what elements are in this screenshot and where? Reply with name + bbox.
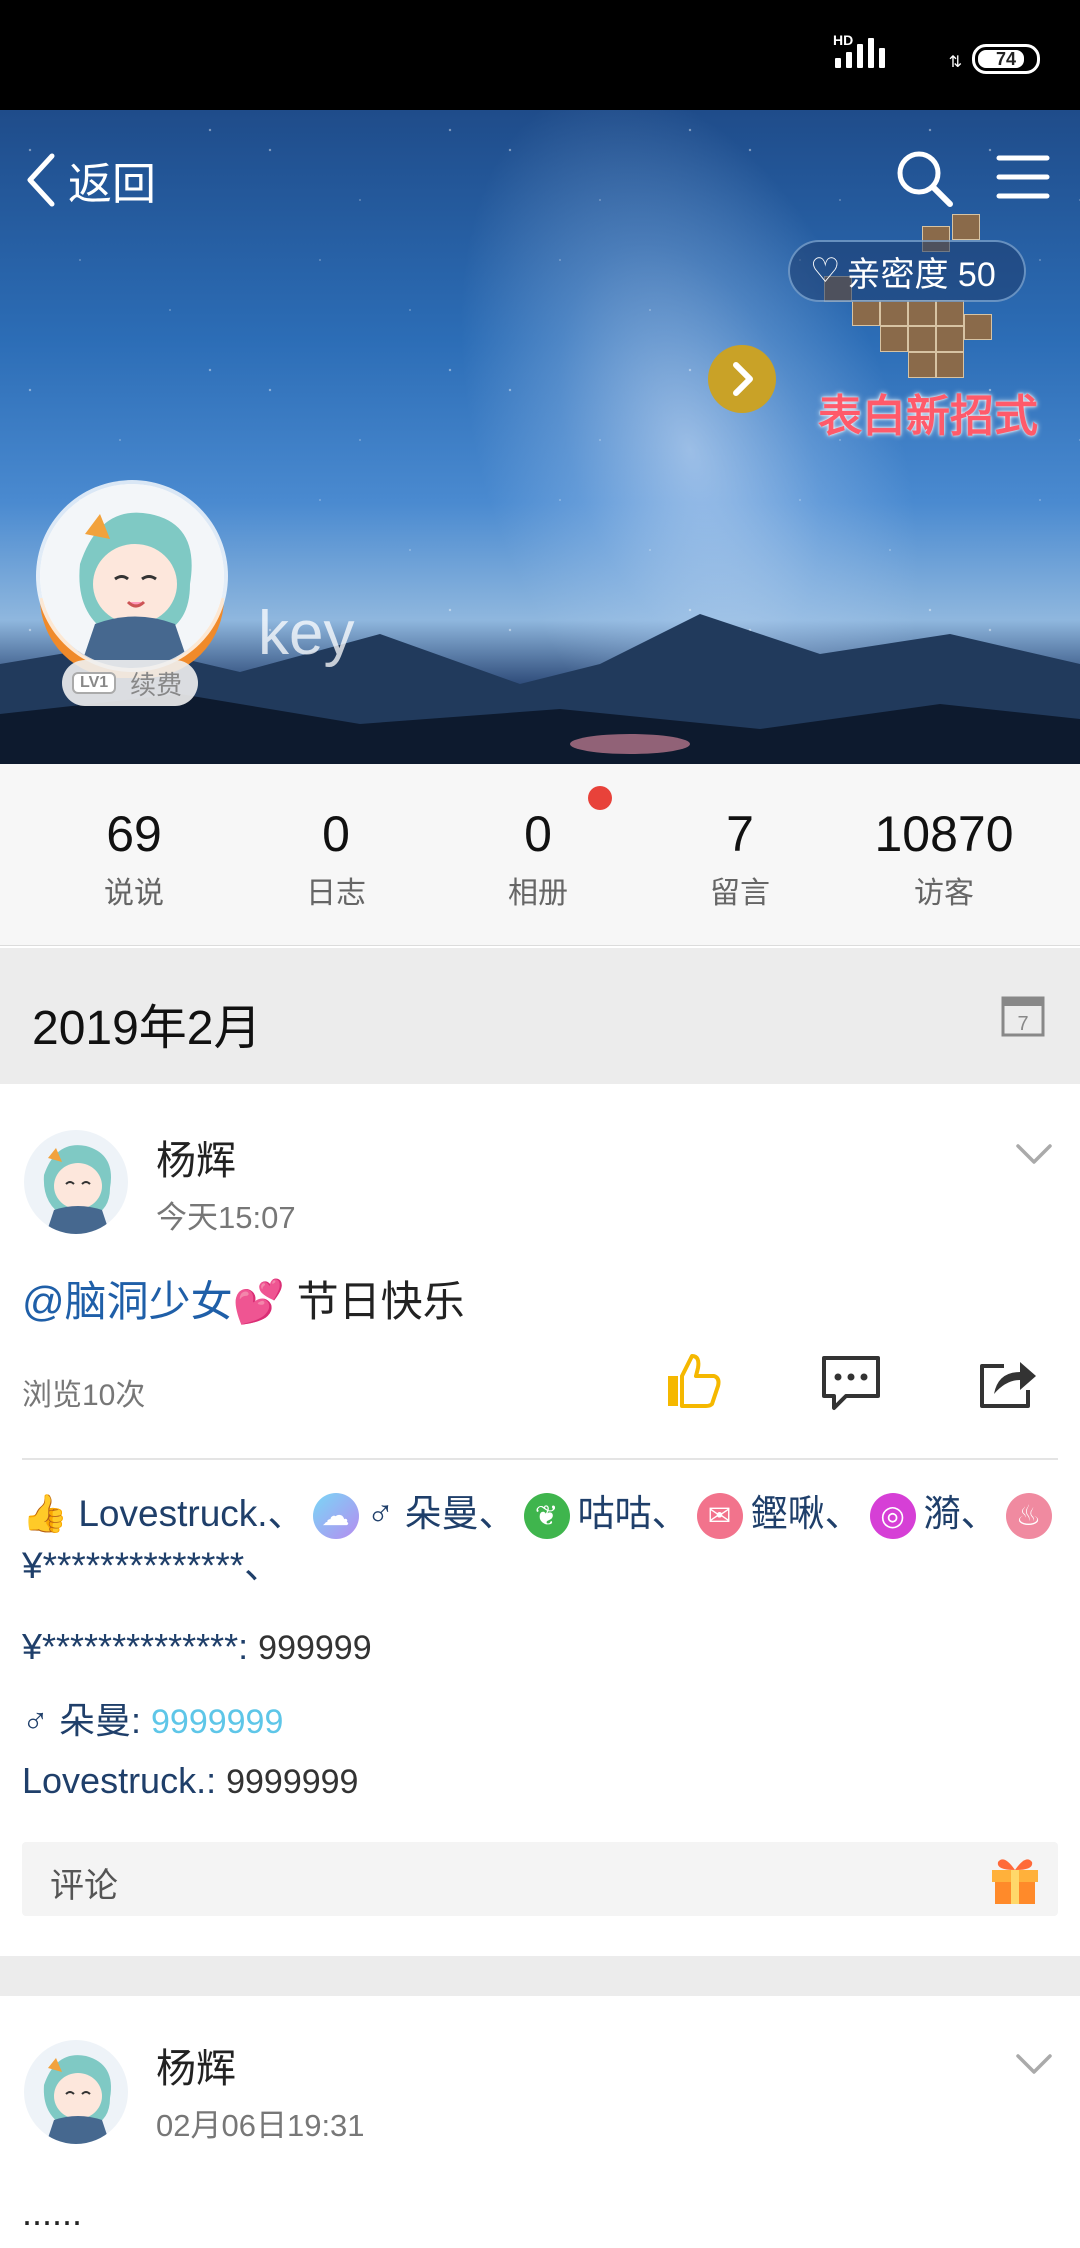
anime-avatar-image (43, 2055, 112, 2144)
cloud-badge-icon: ☁ (312, 1493, 359, 1540)
month-header: 2019年2月 (0, 948, 1080, 1084)
profile-nickname: key (258, 599, 355, 668)
comment-input[interactable]: 评论 (22, 1842, 1058, 1916)
swirl-badge-icon: ◎ (869, 1493, 916, 1540)
back-label: 返回 (68, 160, 156, 209)
calendar-icon[interactable]: 7 (1000, 992, 1046, 1038)
comment-placeholder: 评论 (50, 1867, 118, 1905)
author-name[interactable]: 杨辉 (156, 2036, 236, 2094)
comment-item[interactable]: Lovestruck.: 9999999 (22, 1760, 358, 1802)
stat-value: 7 (726, 806, 754, 862)
promo-text[interactable]: 表白新招式 (818, 380, 1038, 444)
feed-post: 杨辉 今天15:07 @脑洞少女💕 节日快乐 浏览10次 👍 Lovestruc… (0, 1084, 1080, 1956)
author-name[interactable]: 杨辉 (156, 1128, 236, 1186)
liker-name[interactable]: 漪、 (924, 1493, 998, 1534)
stat-label: 访客 (914, 877, 974, 910)
comment-text: 9999999 (226, 1763, 359, 1801)
stat-label: 相册 (508, 877, 568, 910)
liker-name[interactable]: 咕咕、 (578, 1493, 689, 1534)
post-content: @脑洞少女💕 节日快乐 (22, 1268, 465, 1329)
heart-icon: ♡ (810, 252, 841, 290)
promo-arrow-button[interactable] (708, 345, 776, 413)
stat-messages[interactable]: 7 留言 (640, 804, 840, 912)
liker-name[interactable]: 鏗啾、 (751, 1493, 862, 1534)
liker-name[interactable]: ♂ 朵曼、 (367, 1493, 516, 1534)
vip-level-badge: LV1 (72, 672, 117, 694)
chevron-left-icon (27, 153, 55, 207)
chevron-down-icon[interactable] (1014, 1142, 1054, 1168)
like-icon[interactable] (662, 1350, 724, 1412)
stat-shuoshuo[interactable]: 69 说说 (34, 804, 234, 912)
stat-label: 说说 (104, 877, 164, 910)
anime-avatar-image (40, 484, 224, 668)
mention-link[interactable]: @脑洞少女 (22, 1278, 233, 1325)
stat-label: 留言 (710, 877, 770, 910)
post-text: 节日快乐 (284, 1278, 465, 1325)
author-avatar[interactable] (24, 1130, 128, 1234)
liker-name[interactable]: ¥**************、 (22, 1545, 281, 1586)
notification-dot (588, 786, 612, 810)
comment-author[interactable]: ¥**************: (22, 1626, 258, 1667)
gift-icon[interactable] (986, 1850, 1044, 1908)
comment-item[interactable]: ¥**************: 999999 (22, 1626, 372, 1668)
comment-text: 9999999 (151, 1703, 284, 1741)
thumbs-up-icon: 👍 (22, 1493, 69, 1534)
comment-author[interactable]: Lovestruck.: (22, 1760, 226, 1801)
likes-list: 👍 Lovestruck.、 ☁ ♂ 朵曼、 ❦ 咕咕、 ✉ 鏗啾、 ◎ 漪、 ♨ ¥******… (22, 1488, 1062, 1592)
comment-author[interactable]: ♂ 朵曼: (22, 1700, 151, 1741)
renew-label: 续费 (130, 669, 183, 700)
data-transfer-icon: ⇅ (948, 54, 962, 71)
signal-icon: HD (833, 32, 885, 68)
stat-label: 日志 (306, 877, 366, 910)
chevron-down-icon[interactable] (1014, 2052, 1054, 2078)
svg-text:7: 7 (1017, 1013, 1028, 1035)
comment-text: 999999 (258, 1629, 372, 1667)
intimacy-label: 亲密度 50 (846, 255, 996, 294)
comment-item[interactable]: ♂ 朵曼: 9999999 (22, 1692, 283, 1744)
intimacy-badge[interactable]: ♡ 亲密度 50 (788, 240, 1026, 302)
leaf-badge-icon: ❦ (523, 1493, 570, 1540)
renew-button[interactable]: LV1 续费 (62, 660, 198, 706)
avatar[interactable] (40, 484, 224, 668)
view-count: 浏览10次 (22, 1379, 146, 1412)
stat-value: 69 (106, 806, 162, 862)
author-avatar[interactable] (24, 2040, 128, 2144)
mail-badge-icon: ✉ (696, 1493, 743, 1540)
anime-avatar-image (43, 1145, 112, 1234)
stat-value: 0 (322, 806, 350, 862)
battery-level: 74 (995, 49, 1017, 69)
feed-separator (0, 1956, 1080, 1996)
comment-icon[interactable] (820, 1352, 882, 1414)
post-time: 02月06日19:31 (156, 2108, 365, 2143)
back-button[interactable]: 返回 (22, 148, 156, 212)
chevron-right-icon (733, 362, 753, 396)
post-time: 今天15:07 (156, 1200, 296, 1235)
post-text: ...... (22, 2192, 83, 2233)
share-icon[interactable] (978, 1350, 1040, 1412)
feed-post: 杨辉 02月06日19:31 ...... (0, 1996, 1080, 2248)
stats-bar: 69 说说 0 日志 0 相册 7 留言 10870 访客 (0, 764, 1080, 946)
stat-blog[interactable]: 0 日志 (236, 804, 436, 912)
liker-name[interactable]: Lovestruck.、 (78, 1493, 304, 1534)
stat-visitors[interactable]: 10870 访客 (844, 804, 1044, 912)
stat-value: 0 (524, 806, 552, 862)
stat-value: 10870 (874, 806, 1014, 862)
heart-emoji: 💕 (232, 1278, 285, 1325)
drink-badge-icon: ♨ (1005, 1493, 1052, 1540)
battery-icon: 74 (972, 44, 1040, 74)
divider (22, 1458, 1058, 1460)
stat-album[interactable]: 0 相册 (438, 804, 638, 912)
status-bar: HD ⇅ 74 (0, 0, 1080, 110)
search-icon[interactable] (894, 148, 954, 208)
month-label: 2019年2月 (32, 1002, 262, 1055)
menu-icon[interactable] (996, 152, 1050, 202)
